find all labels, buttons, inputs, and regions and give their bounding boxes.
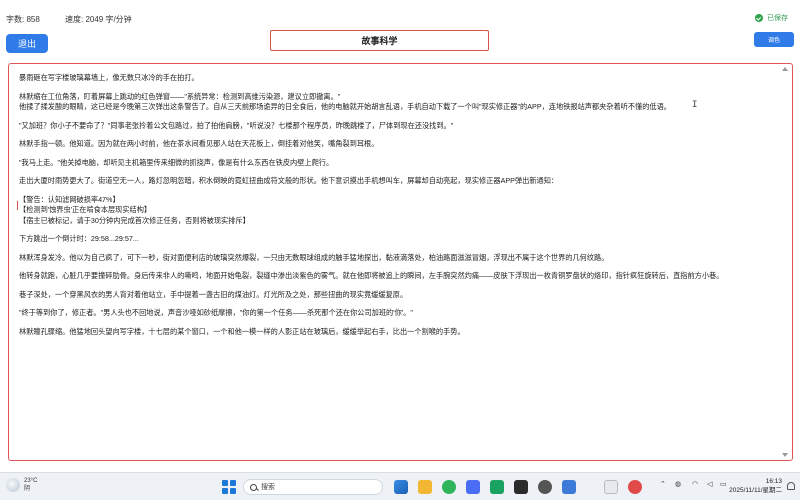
app-icon[interactable]	[604, 480, 618, 494]
color-button[interactable]: 调色	[754, 32, 794, 47]
system-clock[interactable]: 16:13 2025/11/11/星期二	[729, 477, 782, 495]
app-icon[interactable]	[466, 480, 480, 494]
paragraph: 巷子深处，一个穿黑风衣的男人背对着他站立，手中提着一盏古旧的煤油灯。灯光所及之处…	[19, 289, 408, 299]
check-circle-icon	[755, 14, 763, 22]
paragraph: 林默瞳孔骤缩。他猛地回头望向写字楼，十七层的某个窗口，一个和他一模一样的人影正站…	[19, 326, 465, 336]
paragraph: 【警告：认知滤网破损率47%】 【检测到'蚀界虫'正在啃食本层现实结构】 【宿主…	[19, 194, 250, 225]
search-icon	[250, 483, 257, 491]
tray-app-icon[interactable]: ◍	[675, 480, 681, 488]
windows-start-icon[interactable]	[222, 480, 236, 494]
temperature: 23°C	[24, 478, 38, 484]
app-icon[interactable]	[538, 480, 552, 494]
scroll-down-icon[interactable]	[782, 453, 788, 457]
cloud-icon	[6, 478, 20, 492]
paragraph: "终于等到你了，修正者。"男人头也不回地说，声音沙哑如砂纸摩擦，"你的第一个任务…	[19, 308, 413, 317]
file-explorer-icon[interactable]	[418, 480, 432, 494]
paragraph: "我马上走。"他关掉电脑，却听见主机箱里传来细微的抓挠声，像是有什么东西在铁皮内…	[19, 157, 334, 167]
weather-widget[interactable]: 23°C 阴	[6, 477, 37, 493]
app-icon[interactable]	[490, 480, 504, 494]
wechat-icon[interactable]	[442, 480, 456, 494]
ibeam-cursor-icon: I	[692, 100, 698, 110]
editor-content[interactable]: 暴雨砸在写字楼玻璃幕墙上，像无数只冰冷的手在拍打。 林默缩在工位角落，盯着屏幕上…	[19, 73, 779, 345]
paragraph: 林默浑身发冷。他以为自己疯了，可下一秒，街对面便利店的玻璃突然爆裂，一只由无数眼…	[19, 252, 609, 262]
clock-time: 16:13	[765, 478, 782, 485]
paragraph: 林默缩在工位角落，盯着屏幕上跳动的红色弹窗——"系统异常：检测到高维污染源，建议…	[19, 91, 671, 112]
search-placeholder: 搜索	[261, 484, 275, 491]
paragraph: 他转身就跑，心脏几乎要撞碎肋骨。身后传来非人的嘶鸣，地面开始龟裂，裂缝中渗出淡紫…	[19, 271, 724, 280]
exit-button[interactable]: 退出	[6, 34, 48, 53]
status-bar: 字数: 858 速度: 2049 字/分钟 已保存	[0, 0, 800, 30]
weather-condition: 阴	[24, 486, 31, 492]
notification-bell-icon[interactable]	[787, 482, 795, 490]
paragraph: 走出大厦时雨势更大了。街道空无一人，路灯忽明忽暗，积水倒映的霓虹扭曲成符文般的形…	[19, 176, 559, 185]
save-status: 已保存	[755, 13, 788, 23]
edge-browser-icon[interactable]	[394, 480, 408, 494]
paragraph: 下方跳出一个倒计时：29:58...29:57...	[19, 234, 139, 243]
text-caret	[17, 201, 18, 210]
tray-chevron-icon[interactable]: ⌃	[660, 480, 666, 488]
scroll-up-icon[interactable]	[782, 67, 788, 71]
clock-date: 2025/11/11/星期二	[729, 487, 782, 494]
paragraph: 暴雨砸在写字楼玻璃幕墙上，像无数只冰冷的手在拍打。	[19, 73, 199, 82]
app-icon[interactable]	[562, 480, 576, 494]
battery-icon[interactable]: ▭	[720, 480, 727, 488]
word-count: 字数: 858	[6, 15, 40, 24]
app-icon[interactable]	[514, 480, 528, 494]
volume-icon[interactable]: ◁	[707, 480, 712, 488]
taskbar-search[interactable]: 搜索	[243, 479, 383, 495]
paragraph: 林默手指一顿。他知道。因为就在两小时前，他在茶水间看见那人站在天花板上，倒挂着对…	[19, 139, 379, 148]
wifi-icon[interactable]: ◠	[692, 480, 698, 488]
typing-speed: 速度: 2049 字/分钟	[65, 15, 132, 24]
paragraph: "又加班？你小子不要命了？"同事老张拎着公文包路过，拍了拍他肩膀，"听说没？七楼…	[19, 120, 454, 130]
text-editor[interactable]: 暴雨砸在写字楼玻璃幕墙上，像无数只冰冷的手在拍打。 林默缩在工位角落，盯着屏幕上…	[8, 63, 793, 461]
taskbar: 23°C 阴 搜索 ⌃ ◍ ◠ ◁ ▭ 16:13 2025/11/11/星期二	[0, 472, 800, 500]
app-icon[interactable]	[628, 480, 642, 494]
document-title[interactable]: 故事科学	[270, 30, 489, 51]
save-status-label: 已保存	[767, 15, 788, 22]
